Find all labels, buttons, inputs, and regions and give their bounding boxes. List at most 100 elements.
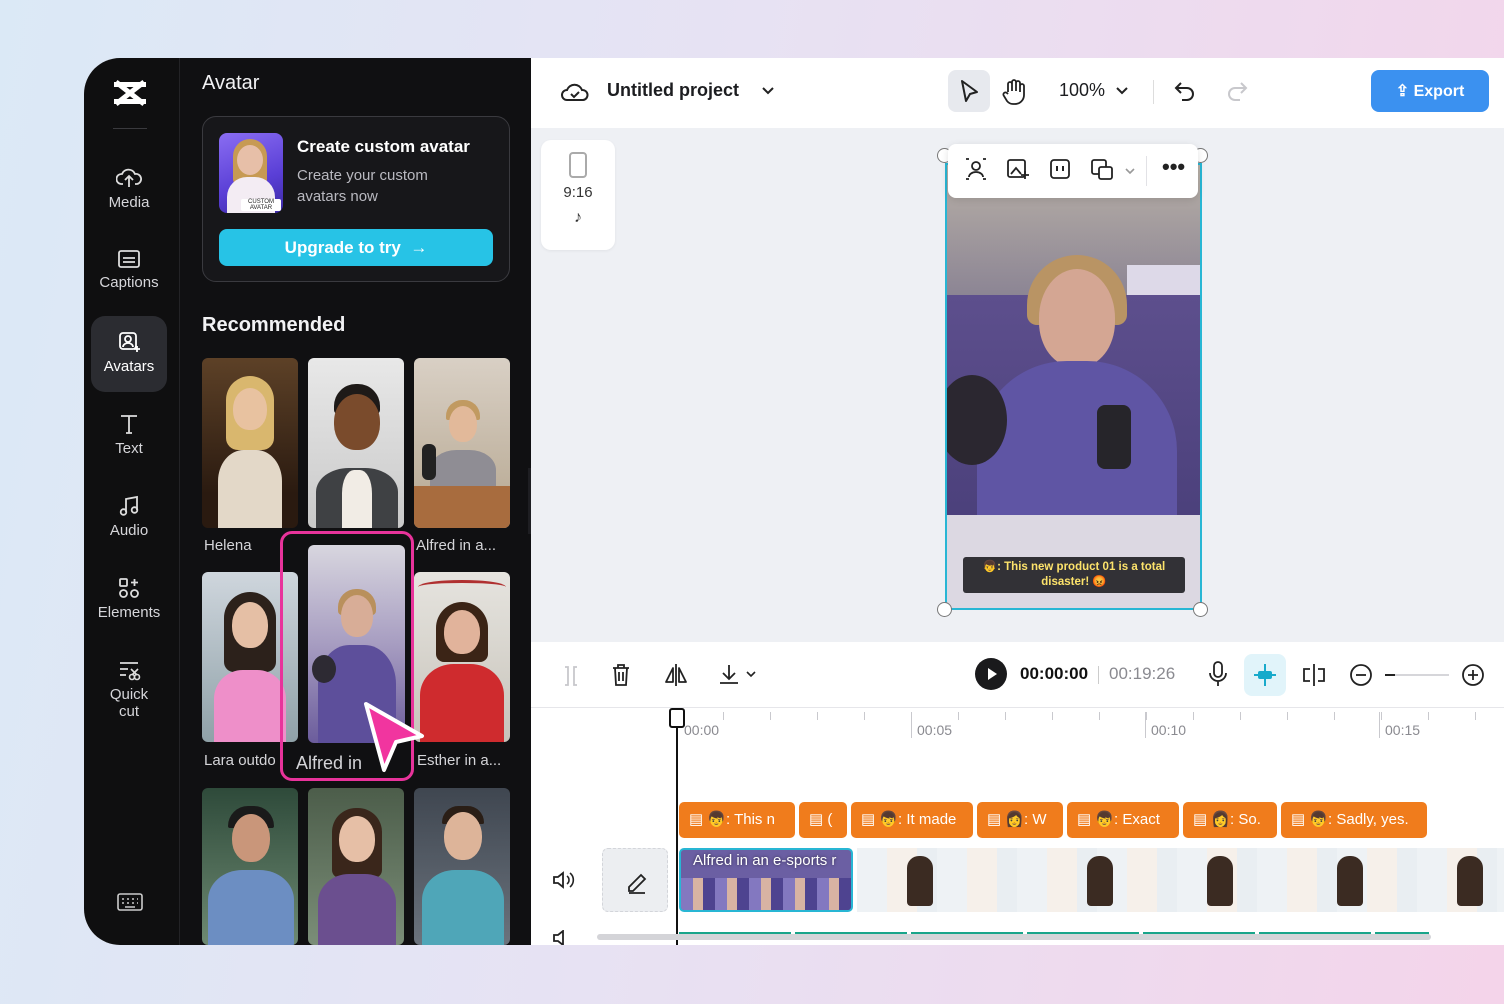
captions-icon: ▤ xyxy=(1077,811,1096,828)
caption-clip[interactable]: ▤ 👦: It made xyxy=(851,802,973,838)
music-icon xyxy=(119,495,139,516)
elements-icon xyxy=(119,578,139,598)
split-scene-icon[interactable] xyxy=(1301,662,1327,688)
more-options-icon[interactable]: ••• xyxy=(1162,154,1185,180)
time-divider xyxy=(1098,666,1099,684)
captions-icon: ▤ xyxy=(987,811,1006,828)
toolbar-divider xyxy=(1153,80,1154,104)
pointer-cursor-icon xyxy=(364,702,424,772)
select-tool-button[interactable] xyxy=(948,70,990,112)
caption-clip-text: 👦: Exact xyxy=(1095,811,1160,828)
image-add-icon[interactable] xyxy=(1006,157,1030,186)
captions-icon: ▤ xyxy=(809,811,828,828)
caption-clip-text: ( xyxy=(827,811,833,828)
redo-icon[interactable] xyxy=(1225,80,1249,102)
caption-clip-text: 👦: This n xyxy=(707,811,775,828)
presenter-face xyxy=(1039,269,1115,367)
playhead-handle[interactable] xyxy=(669,708,685,728)
rail-label: Text xyxy=(115,440,143,457)
avatar-tile-5[interactable] xyxy=(308,788,404,945)
crop-icon[interactable] xyxy=(1048,157,1072,186)
caption-clip[interactable]: ▤ 👩: W xyxy=(977,802,1063,838)
zoom-level[interactable]: 100% xyxy=(1059,80,1105,101)
snap-icon xyxy=(1254,664,1276,686)
cursor-arrow-icon xyxy=(961,80,978,102)
clip-figure xyxy=(1337,856,1363,906)
avatar-caption: Lara outdo xyxy=(204,752,276,769)
caption-clip[interactable]: ▤ 👦: Exact xyxy=(1067,802,1179,838)
clip-figure xyxy=(1457,856,1483,906)
timeline-scrollbar[interactable] xyxy=(597,934,1431,940)
avatar-tile-4[interactable] xyxy=(202,788,298,945)
quick-cut-icon xyxy=(120,662,141,681)
undo-icon[interactable] xyxy=(1173,80,1197,102)
rail-item-avatars[interactable]: Avatars xyxy=(91,316,167,392)
pencil-icon xyxy=(628,873,647,894)
caption-clip[interactable]: ▤ 👦: This n xyxy=(679,802,795,838)
keyboard-icon[interactable] xyxy=(117,892,143,912)
left-rail: Media Captions Avatars Text Audio Elemen… xyxy=(84,58,180,945)
chevron-down-icon[interactable] xyxy=(761,86,775,96)
upgrade-button[interactable]: Upgrade to try → xyxy=(219,229,493,266)
rail-item-text[interactable]: Text xyxy=(91,398,167,474)
rail-divider xyxy=(113,128,147,129)
ruler-major-tick xyxy=(1145,712,1146,738)
avatar-tile-6[interactable] xyxy=(414,788,510,945)
zoom-out-icon[interactable] xyxy=(1349,663,1373,687)
caption-clip-text: 👩: So. xyxy=(1211,811,1261,828)
rail-item-media[interactable]: Media xyxy=(91,152,167,228)
remove-background-icon[interactable] xyxy=(964,157,988,186)
rail-item-audio[interactable]: Audio xyxy=(91,480,167,556)
rail-item-captions[interactable]: Captions xyxy=(91,234,167,310)
split-icon[interactable] xyxy=(559,664,583,688)
timeline: 00:00 00:05 00:10 00:15 ▤ 👦: This n ▤ ( … xyxy=(531,708,1504,945)
playhead[interactable] xyxy=(676,708,678,945)
cloud-sync-icon[interactable] xyxy=(561,80,589,104)
zoom-chevron-icon[interactable] xyxy=(1115,86,1129,96)
caption-clip-text: 👩: W xyxy=(1005,811,1047,828)
video-preview[interactable]: 👦: This new product 01 is a total disast… xyxy=(945,163,1202,610)
rail-label: Elements xyxy=(97,604,161,621)
subtitle-line: disaster! 😡 xyxy=(1041,576,1107,588)
play-button[interactable] xyxy=(975,658,1007,690)
rail-label: Audio xyxy=(109,522,149,539)
avatar-tile-cartoon[interactable] xyxy=(308,358,404,528)
export-button[interactable]: ⇪ Export xyxy=(1371,70,1489,112)
ruler-label: 00:10 xyxy=(1151,722,1187,738)
caption-clip[interactable]: ▤ 👩: So. xyxy=(1183,802,1277,838)
avatar-tile-alfred-1[interactable] xyxy=(414,358,510,528)
background-video-clip[interactable] xyxy=(857,848,1504,912)
replace-media-icon[interactable] xyxy=(1090,157,1114,186)
rail-item-quick-cut[interactable]: Quick cut xyxy=(91,644,167,734)
download-icon[interactable] xyxy=(717,662,741,688)
project-title[interactable]: Untitled project xyxy=(607,80,739,101)
resize-handle[interactable] xyxy=(1193,602,1208,617)
play-icon xyxy=(988,668,997,680)
avatar-tile-helena[interactable] xyxy=(202,358,298,528)
mirror-icon[interactable] xyxy=(663,662,689,688)
upload-icon: ⇪ xyxy=(1395,83,1414,100)
auto-snap-button[interactable] xyxy=(1244,654,1286,696)
zoom-in-icon[interactable] xyxy=(1461,663,1485,687)
rail-item-elements[interactable]: Elements xyxy=(91,562,167,638)
cover-edit-button[interactable] xyxy=(602,848,668,912)
avatar-video-clip[interactable]: Alfred in an e-sports r xyxy=(679,848,853,912)
volume-icon[interactable] xyxy=(551,870,575,890)
resize-handle[interactable] xyxy=(937,602,952,617)
delete-icon[interactable] xyxy=(609,662,633,688)
hand-tool-icon[interactable] xyxy=(1001,78,1027,106)
microphone-icon[interactable] xyxy=(1207,660,1229,688)
zoom-slider[interactable] xyxy=(1385,674,1449,676)
phone-shape xyxy=(1097,405,1131,469)
caption-clip[interactable]: ▤ ( xyxy=(799,802,847,838)
top-bar: Untitled project 100% ⇪ Export xyxy=(531,58,1504,128)
promo-subtitle: Create your custom avatars now xyxy=(297,167,428,205)
rail-label: cut xyxy=(118,703,139,720)
chevron-down-icon[interactable] xyxy=(745,670,757,680)
caption-clip[interactable]: ▤ 👦: Sadly, yes. xyxy=(1281,802,1427,838)
aspect-ratio-card[interactable]: 9:16 ♪ xyxy=(541,140,615,250)
preview-canvas: 9:16 ♪ 👦: This new product 01 is a total… xyxy=(531,128,1504,716)
volume-icon[interactable] xyxy=(551,930,575,945)
cloud-upload-icon xyxy=(116,168,142,187)
chevron-down-icon[interactable] xyxy=(1124,164,1136,182)
